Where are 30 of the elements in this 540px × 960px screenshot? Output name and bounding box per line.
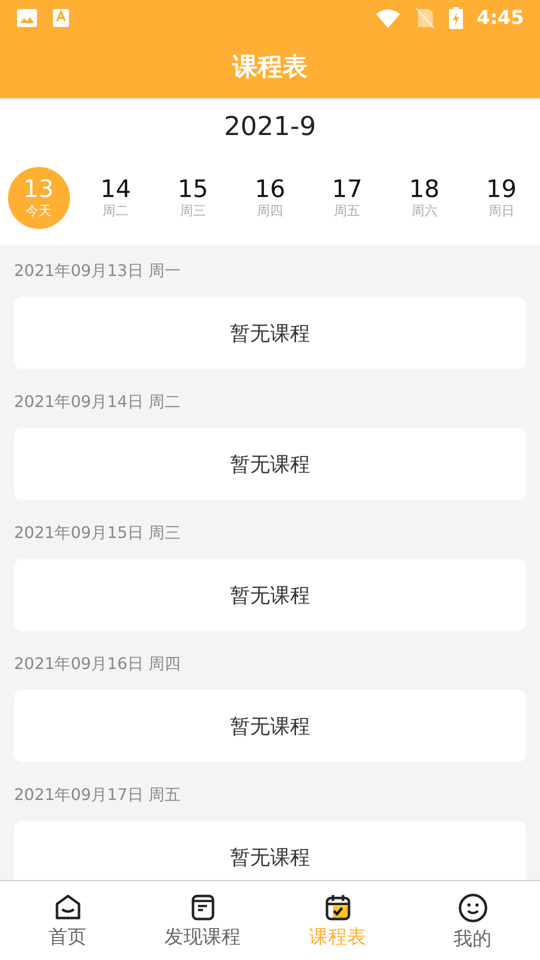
day-button[interactable]: 17 周五 [316,167,378,229]
image-icon [16,8,38,28]
date-heading: 2021年09月17日 周五 [14,784,181,806]
date-heading: 2021年09月13日 周一 [14,260,181,282]
status-time: 4:45 [476,6,524,31]
calendar-icon [324,893,352,921]
empty-card: 暂无课程 [14,690,526,762]
smiley-icon [458,893,488,923]
date-heading: 2021年09月15日 周三 [14,522,181,544]
empty-card: 暂无课程 [14,297,526,369]
empty-card: 暂无课程 [14,821,526,880]
day-button[interactable]: 16 周四 [238,167,301,229]
tab-label[interactable]: 发现课程 [164,923,240,952]
no-sim-icon [414,7,435,29]
day-button[interactable]: 14 周二 [84,167,147,229]
day-button[interactable]: 15 周三 [162,167,224,229]
wifi-icon [374,8,401,28]
tab-label[interactable]: 首页 [48,923,86,952]
app-icon [52,8,70,28]
page-title: 课程表 [232,51,308,84]
tab-label[interactable]: 我的 [454,925,492,954]
date-heading: 2021年09月16日 周四 [14,653,181,675]
month-label: 2021-9 [224,110,316,144]
day-button[interactable]: 19 周日 [470,167,532,229]
day-button[interactable]: 18 周六 [393,167,456,229]
date-heading: 2021年09月14日 周二 [14,391,181,413]
home-icon [54,893,82,921]
empty-card: 暂无课程 [14,559,526,631]
empty-card: 暂无课程 [14,428,526,500]
battery-icon [448,7,463,29]
